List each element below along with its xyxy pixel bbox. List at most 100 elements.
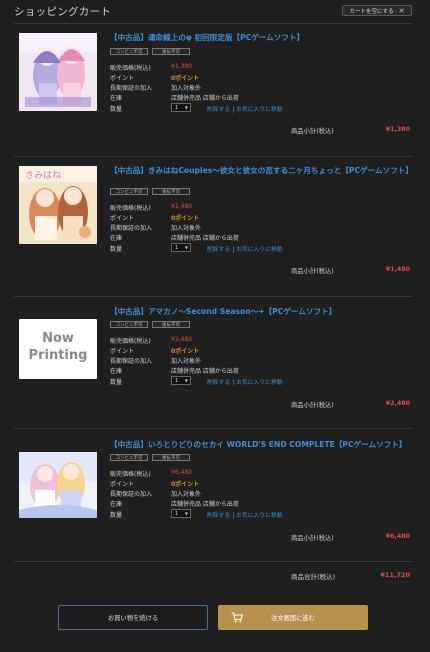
item-title-link[interactable]: 【中古品】アマカノ〜Second Season〜+【PCゲームソフト】 [110, 307, 412, 317]
image-placeholder-line1: Now [42, 331, 74, 346]
item-tags: コンビニ不可 後払不可 [110, 188, 190, 195]
cart-icon [231, 612, 244, 625]
price-value: ¥1,380 [171, 63, 192, 70]
points-value: 0ポイント [171, 481, 200, 488]
item-details: 販売価格(税込) ¥6,480 ポイント 0ポイント 長期保証の加入 加入対象外 在庫… [110, 469, 410, 520]
warranty-label: 長期保証の加入 [110, 358, 153, 365]
quantity-select[interactable]: 1 ▼ [171, 243, 191, 252]
order-button-label: 注文画面に進む [270, 615, 316, 622]
price-value: ¥6,480 [171, 469, 192, 476]
tag-convenience: コンビニ不可 [110, 188, 148, 195]
tag-deferred: 後払不可 [152, 454, 190, 461]
item-actions: 削除する | お気に入りに移動 [207, 247, 283, 253]
quantity-value: 1 [175, 104, 179, 111]
cart-item: きみはね 【中古品】きみはねCouples〜彼女と彼女の恋する二ヶ月ちょっと【P… [0, 166, 430, 291]
item-details: 販売価格(税込) ¥1,480 ポイント 0ポイント 長期保証の加入 加入対象外 在庫… [110, 203, 410, 254]
image-placeholder-line2: Printing [28, 348, 88, 363]
product-image[interactable]: きみはね [19, 166, 97, 244]
subtotal-value: ¥1,380 [385, 126, 410, 133]
favorite-link[interactable]: お気に入りに移動 [236, 380, 282, 386]
cart-item: 【中古品】運命線上のφ 初回限定版【PCゲームソフト】 コンビニ不可 後払不可 … [0, 33, 430, 158]
points-label: ポイント [110, 481, 135, 488]
chevron-down-icon: ▼ [184, 378, 188, 383]
delete-link[interactable]: 削除する [207, 107, 230, 113]
item-actions: 削除する | お気に入りに移動 [207, 380, 283, 386]
price-label: 販売価格(税込) [110, 471, 151, 478]
delete-link[interactable]: 削除する [207, 247, 230, 253]
total-value: ¥11,720 [380, 571, 410, 579]
item-title-link[interactable]: 【中古品】いろとりどりのセカイ WORLD'S END COMPLETE【PCゲ… [110, 440, 412, 450]
divider [14, 428, 412, 429]
points-value: 0ポイント [171, 215, 200, 222]
subtotal-label: 商品小計(税込) [291, 128, 334, 135]
warranty-value: 加入対象外 [171, 491, 202, 498]
subtotal-label: 商品小計(税込) [291, 268, 334, 275]
chevron-down-icon: ▼ [184, 511, 188, 516]
stock-label: 在庫 [110, 368, 123, 375]
subtotal-value: ¥2,480 [385, 400, 410, 407]
item-title-link[interactable]: 【中古品】運命線上のφ 初回限定版【PCゲームソフト】 [110, 33, 412, 43]
product-image[interactable]: Now Printing [19, 319, 97, 379]
warranty-value: 加入対象外 [171, 358, 202, 365]
continue-shopping-button[interactable]: お買い物を続ける [58, 605, 208, 630]
points-value: 0ポイント [171, 75, 200, 82]
divider [14, 23, 412, 24]
product-image[interactable] [19, 33, 97, 111]
total-label: 商品合計(税込) [291, 573, 336, 581]
stock-value: 店舗併売品 店舗から出荷 [171, 368, 239, 375]
quantity-value: 1 [175, 377, 179, 384]
stock-label: 在庫 [110, 501, 123, 508]
item-tags: コンビニ不可 後払不可 [110, 454, 190, 461]
stock-value: 店舗併売品 店舗から出荷 [171, 235, 239, 242]
price-label: 販売価格(税込) [110, 338, 151, 345]
proceed-to-order-button[interactable]: 注文画面に進む [218, 605, 368, 630]
subtotal-label: 商品小計(税込) [291, 535, 334, 542]
tag-convenience: コンビニ不可 [110, 48, 148, 55]
favorite-link[interactable]: お気に入りに移動 [236, 513, 282, 519]
item-details: 販売価格(税込) ¥1,380 ポイント 0ポイント 長期保証の加入 加入対象外 在庫… [110, 63, 410, 114]
warranty-label: 長期保証の加入 [110, 491, 153, 498]
subtotal-value: ¥6,480 [385, 533, 410, 540]
points-label: ポイント [110, 348, 135, 355]
clear-cart-label: カートを空にする [349, 8, 394, 15]
price-value: ¥1,480 [171, 203, 192, 210]
tag-deferred: 後払不可 [152, 321, 190, 328]
quantity-label: 数量 [110, 246, 123, 253]
cart-item: ★ 【中古品】いろとりどりのセカイ WORLD'S END COMPLETE【P… [0, 440, 430, 565]
stock-value: 店舗併売品 店舗から出荷 [171, 501, 239, 508]
quantity-label: 数量 [110, 512, 123, 519]
favorite-link[interactable]: お気に入りに移動 [236, 247, 282, 253]
divider [14, 561, 412, 562]
item-actions: 削除する | お気に入りに移動 [207, 107, 283, 113]
delete-link[interactable]: 削除する [207, 380, 230, 386]
item-tags: コンビニ不可 後払不可 [110, 48, 190, 55]
warranty-value: 加入対象外 [171, 85, 202, 92]
chevron-down-icon: ▼ [184, 245, 188, 250]
delete-link[interactable]: 削除する [207, 513, 230, 519]
stock-value: 店舗併売品 店舗から出荷 [171, 95, 239, 102]
product-image[interactable]: ★ [19, 452, 97, 518]
tag-convenience: コンビニ不可 [110, 454, 148, 461]
clear-cart-button[interactable]: カートを空にする ✕ [342, 5, 412, 16]
points-label: ポイント [110, 75, 135, 82]
item-actions: 削除する | お気に入りに移動 [207, 513, 283, 519]
stock-label: 在庫 [110, 95, 123, 102]
quantity-select[interactable]: 1 ▼ [171, 103, 191, 112]
quantity-select[interactable]: 1 ▼ [171, 376, 191, 385]
divider [14, 156, 412, 157]
item-tags: コンビニ不可 後払不可 [110, 321, 190, 328]
points-label: ポイント [110, 215, 135, 222]
favorite-link[interactable]: お気に入りに移動 [236, 107, 282, 113]
points-value: 0ポイント [171, 348, 200, 355]
quantity-label: 数量 [110, 106, 123, 113]
quantity-label: 数量 [110, 379, 123, 386]
quantity-select[interactable]: 1 ▼ [171, 509, 191, 518]
close-icon: ✕ [398, 6, 405, 15]
stock-label: 在庫 [110, 235, 123, 242]
warranty-value: 加入対象外 [171, 225, 202, 232]
price-value: ¥2,480 [171, 336, 192, 343]
item-title-link[interactable]: 【中古品】きみはねCouples〜彼女と彼女の恋する二ヶ月ちょっと【PCゲームソ… [110, 166, 413, 176]
cart-item: Now Printing 【中古品】アマカノ〜Second Season〜+【P… [0, 307, 430, 432]
quantity-value: 1 [175, 510, 179, 517]
tag-deferred: 後払不可 [152, 188, 190, 195]
